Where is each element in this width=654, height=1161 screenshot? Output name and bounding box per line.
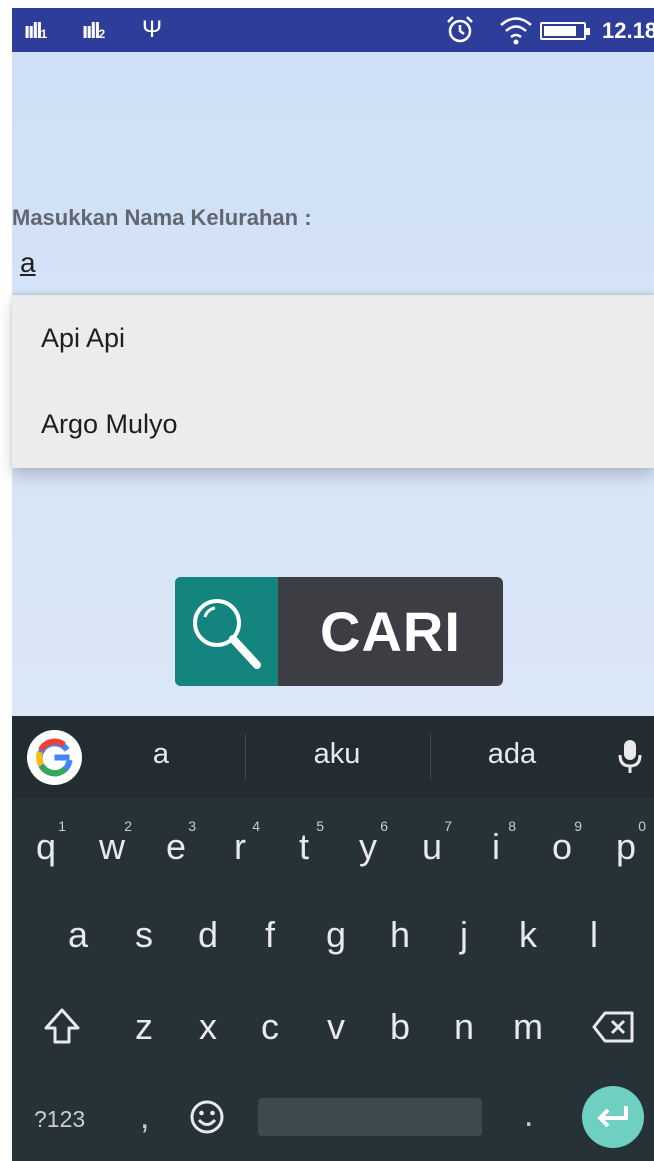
search-icon xyxy=(175,577,278,686)
key[interactable]: n xyxy=(442,1006,486,1048)
mic-icon[interactable] xyxy=(617,738,643,776)
key[interactable]: l xyxy=(572,914,616,956)
key-label: m xyxy=(513,1006,543,1047)
key[interactable]: v xyxy=(314,1006,358,1048)
kelurahan-input[interactable]: a xyxy=(20,247,220,283)
key[interactable]: d xyxy=(186,914,230,956)
period-key[interactable]: . xyxy=(524,1096,533,1135)
usb-icon: Ψ xyxy=(142,16,163,43)
key[interactable]: k xyxy=(506,914,550,956)
key-label: i xyxy=(492,826,500,867)
key[interactable]: p0 xyxy=(604,818,648,868)
key-number-hint: 4 xyxy=(252,818,260,834)
key-label: x xyxy=(199,1006,217,1047)
kelurahan-label: Masukkan Nama Kelurahan : xyxy=(12,205,312,230)
key[interactable]: a xyxy=(56,914,100,956)
key-label: b xyxy=(389,1006,411,1047)
space-bar[interactable] xyxy=(258,1098,482,1136)
autocomplete-item[interactable]: Api Api xyxy=(12,295,654,381)
status-bar: ııll1 ııll2 Ψ 12.18 xyxy=(12,8,654,52)
key[interactable]: x xyxy=(186,1006,230,1048)
shift-icon[interactable] xyxy=(42,1006,82,1048)
key-label: j xyxy=(460,914,468,955)
key-label: p xyxy=(615,826,637,867)
battery-icon xyxy=(540,22,590,40)
key-label: f xyxy=(264,914,275,955)
key-number-hint: 7 xyxy=(444,818,452,834)
key-number-hint: 5 xyxy=(316,818,324,834)
key[interactable]: f xyxy=(248,914,292,956)
autocomplete-dropdown: Api Api Argo Mulyo xyxy=(12,295,654,468)
search-button-label: CARI xyxy=(320,600,461,663)
wifi-icon xyxy=(500,17,532,45)
key-number-hint: 3 xyxy=(188,818,196,834)
key-label: d xyxy=(197,914,219,955)
backspace-icon[interactable] xyxy=(592,1010,636,1044)
key-label: g xyxy=(325,914,347,955)
key[interactable]: g xyxy=(314,914,358,956)
key[interactable]: s xyxy=(122,914,166,956)
key[interactable]: e3 xyxy=(154,818,198,868)
key-number-hint: 2 xyxy=(124,818,132,834)
enter-button[interactable] xyxy=(582,1086,644,1148)
key[interactable]: c xyxy=(248,1006,292,1048)
key[interactable]: q1 xyxy=(24,818,68,868)
suggestion-bar: a aku ada xyxy=(12,716,654,798)
key[interactable]: m xyxy=(506,1006,550,1048)
key-label: a xyxy=(67,914,89,955)
key[interactable]: y6 xyxy=(346,818,390,868)
key[interactable]: t5 xyxy=(282,818,326,868)
key[interactable]: j xyxy=(442,914,486,956)
key-label: t xyxy=(298,826,309,867)
key-label: l xyxy=(590,914,598,955)
key-label: u xyxy=(421,826,443,867)
key-label: r xyxy=(234,826,246,867)
screen: ııll1 ııll2 Ψ 12.18 Masukkan Nama Kelura… xyxy=(0,0,654,1161)
symbols-key[interactable]: ?123 xyxy=(34,1106,85,1133)
key-label: q xyxy=(35,826,57,867)
signal-icon-sim1: ııll1 xyxy=(24,18,48,43)
emoji-icon[interactable] xyxy=(188,1098,226,1136)
key-label: c xyxy=(261,1006,279,1047)
key-label: e xyxy=(165,826,187,867)
comma-key[interactable]: , xyxy=(140,1098,149,1137)
signal-icon-sim2: ııll2 xyxy=(82,18,106,43)
key[interactable]: r4 xyxy=(218,818,262,868)
google-icon[interactable] xyxy=(27,730,82,785)
clock: 12.18 xyxy=(602,18,654,43)
soft-keyboard: a aku ada q1w2e3r4t5y6u7i8o9p0asdfghjklz… xyxy=(12,716,654,1161)
key[interactable]: u7 xyxy=(410,818,454,868)
suggestion-item[interactable]: ada xyxy=(427,738,597,771)
key[interactable]: o9 xyxy=(540,818,584,868)
autocomplete-item[interactable]: Argo Mulyo xyxy=(12,381,654,467)
search-button[interactable]: CARI xyxy=(175,577,503,686)
key[interactable]: w2 xyxy=(90,818,134,868)
key-number-hint: 9 xyxy=(574,818,582,834)
key-number-hint: 0 xyxy=(638,818,646,834)
key-label: n xyxy=(453,1006,475,1047)
enter-icon xyxy=(597,1106,628,1128)
key-label: o xyxy=(551,826,573,867)
key-label: v xyxy=(327,1006,345,1047)
key-number-hint: 6 xyxy=(380,818,388,834)
suggestion-item[interactable]: aku xyxy=(252,738,422,771)
key[interactable]: z xyxy=(122,1006,166,1048)
key-number-hint: 1 xyxy=(58,818,66,834)
key-number-hint: 8 xyxy=(508,818,516,834)
key[interactable]: h xyxy=(378,914,422,956)
key-label: z xyxy=(135,1006,153,1047)
key-label: h xyxy=(389,914,411,955)
key-label: k xyxy=(519,914,537,955)
key[interactable]: b xyxy=(378,1006,422,1048)
key-label: w xyxy=(99,826,125,867)
key-label: y xyxy=(359,826,377,867)
suggestion-divider xyxy=(245,734,246,780)
key[interactable]: i8 xyxy=(474,818,518,868)
suggestion-item[interactable]: a xyxy=(76,738,246,771)
key-label: s xyxy=(135,914,153,955)
alarm-icon xyxy=(447,16,473,43)
